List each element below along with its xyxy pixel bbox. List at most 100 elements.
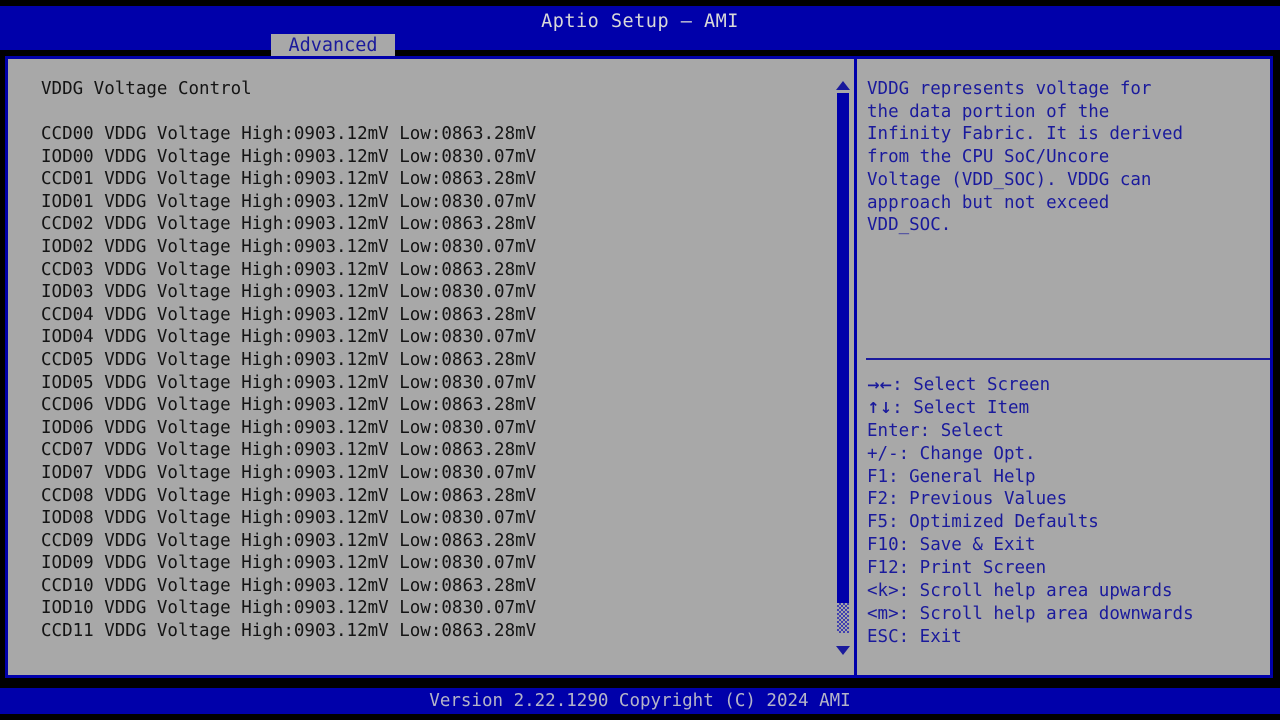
- row-label: CCD02 VDDG Voltage: [41, 214, 231, 235]
- legend-item: <k>: Scroll help area upwards: [867, 580, 1269, 603]
- legend-item: ↑↓: Select Item: [867, 397, 1269, 420]
- settings-row[interactable]: CCD03 VDDG Voltage High:0903.12mV Low:08…: [41, 259, 831, 282]
- menu-tab-bar: Advanced: [0, 34, 1280, 58]
- settings-row[interactable]: IOD01 VDDG Voltage High:0903.12mV Low:08…: [41, 191, 831, 214]
- row-low-value: Low:0863.28mV: [388, 440, 537, 461]
- legend-item: F5: Optimized Defaults: [867, 511, 1269, 534]
- settings-row[interactable]: CCD04 VDDG Voltage High:0903.12mV Low:08…: [41, 304, 831, 327]
- settings-row[interactable]: CCD00 VDDG Voltage High:0903.12mV Low:08…: [41, 123, 831, 146]
- row-high-value: High:0903.12mV: [230, 214, 389, 235]
- row-low-value: Low:0863.28mV: [388, 530, 537, 551]
- settings-row[interactable]: CCD05 VDDG Voltage High:0903.12mV Low:08…: [41, 349, 831, 372]
- legend-item: F1: General Help: [867, 466, 1269, 489]
- row-high-value: High:0903.12mV: [230, 191, 389, 212]
- row-label: CCD11 VDDG Voltage: [41, 621, 231, 642]
- settings-row[interactable]: IOD07 VDDG Voltage High:0903.12mV Low:08…: [41, 462, 831, 485]
- footer-bar: Version 2.22.1290 Copyright (C) 2024 AMI: [0, 688, 1280, 714]
- scrollbar-dither-region: [837, 603, 849, 633]
- triangle-up-icon[interactable]: [836, 81, 850, 90]
- row-low-value: Low:0863.28mV: [388, 259, 537, 280]
- row-label: IOD04 VDDG Voltage: [41, 327, 231, 348]
- settings-row[interactable]: CCD09 VDDG Voltage High:0903.12mV Low:08…: [41, 530, 831, 553]
- row-low-value: Low:0830.07mV: [388, 462, 537, 483]
- scrollbar-track[interactable]: [837, 93, 849, 641]
- settings-row[interactable]: IOD09 VDDG Voltage High:0903.12mV Low:08…: [41, 552, 831, 575]
- settings-row[interactable]: IOD05 VDDG Voltage High:0903.12mV Low:08…: [41, 372, 831, 395]
- legend-item-label: +/-: Change Opt.: [867, 443, 1036, 464]
- row-label: IOD05 VDDG Voltage: [41, 372, 231, 393]
- settings-row[interactable]: CCD02 VDDG Voltage High:0903.12mV Low:08…: [41, 213, 831, 236]
- arrow-keys-icon: ↑↓: [867, 398, 893, 417]
- row-high-value: High:0903.12mV: [230, 372, 389, 393]
- settings-row[interactable]: IOD10 VDDG Voltage High:0903.12mV Low:08…: [41, 597, 831, 620]
- legend-item: F12: Print Screen: [867, 557, 1269, 580]
- row-high-value: High:0903.12mV: [230, 621, 389, 642]
- settings-rows: CCD00 VDDG Voltage High:0903.12mV Low:08…: [41, 123, 831, 643]
- row-label: IOD07 VDDG Voltage: [41, 462, 231, 483]
- row-low-value: Low:0863.28mV: [388, 485, 537, 506]
- row-low-value: Low:0863.28mV: [388, 214, 537, 235]
- title-bar: Aptio Setup – AMI Advanced: [0, 6, 1280, 58]
- row-low-value: Low:0863.28mV: [388, 349, 537, 370]
- tab-advanced[interactable]: Advanced: [271, 34, 395, 58]
- settings-row[interactable]: CCD01 VDDG Voltage High:0903.12mV Low:08…: [41, 168, 831, 191]
- triangle-down-icon[interactable]: [836, 646, 850, 655]
- settings-row[interactable]: CCD06 VDDG Voltage High:0903.12mV Low:08…: [41, 394, 831, 417]
- row-low-value: Low:0830.07mV: [388, 598, 537, 619]
- settings-row[interactable]: CCD11 VDDG Voltage High:0903.12mV Low:08…: [41, 620, 831, 643]
- row-high-value: High:0903.12mV: [230, 530, 389, 551]
- row-low-value: Low:0863.28mV: [388, 169, 537, 190]
- settings-row[interactable]: IOD03 VDDG Voltage High:0903.12mV Low:08…: [41, 281, 831, 304]
- row-high-value: High:0903.12mV: [230, 327, 389, 348]
- page-title: Aptio Setup – AMI: [541, 11, 739, 32]
- settings-row[interactable]: CCD08 VDDG Voltage High:0903.12mV Low:08…: [41, 485, 831, 508]
- row-low-value: Low:0830.07mV: [388, 372, 537, 393]
- legend-item: +/-: Change Opt.: [867, 443, 1269, 466]
- row-high-value: High:0903.12mV: [230, 553, 389, 574]
- legend-item-label: : Select Item: [892, 397, 1030, 418]
- row-high-value: High:0903.12mV: [230, 146, 389, 167]
- list-scrollbar[interactable]: [835, 75, 851, 659]
- settings-row[interactable]: IOD08 VDDG Voltage High:0903.12mV Low:08…: [41, 507, 831, 530]
- row-high-value: High:0903.12mV: [230, 508, 389, 529]
- row-low-value: Low:0863.28mV: [388, 395, 537, 416]
- legend-item-label: ESC: Exit: [867, 626, 962, 647]
- settings-row[interactable]: CCD07 VDDG Voltage High:0903.12mV Low:08…: [41, 439, 831, 462]
- row-low-value: Low:0830.07mV: [388, 508, 537, 529]
- legend-item-label: F10: Save & Exit: [867, 535, 1036, 556]
- row-label: IOD03 VDDG Voltage: [41, 282, 231, 303]
- row-label: CCD01 VDDG Voltage: [41, 169, 231, 190]
- row-label: CCD06 VDDG Voltage: [41, 395, 231, 416]
- settings-row[interactable]: IOD04 VDDG Voltage High:0903.12mV Low:08…: [41, 326, 831, 349]
- legend-item-label: F12: Print Screen: [867, 558, 1047, 579]
- row-label: CCD09 VDDG Voltage: [41, 530, 231, 551]
- row-label: CCD05 VDDG Voltage: [41, 349, 231, 370]
- row-label: CCD08 VDDG Voltage: [41, 485, 231, 506]
- row-high-value: High:0903.12mV: [230, 440, 389, 461]
- settings-row[interactable]: CCD10 VDDG Voltage High:0903.12mV Low:08…: [41, 575, 831, 598]
- version-text: Version 2.22.1290 Copyright (C) 2024 AMI: [429, 691, 851, 711]
- scrollbar-thumb[interactable]: [837, 93, 849, 603]
- row-high-value: High:0903.12mV: [230, 304, 389, 325]
- row-label: IOD00 VDDG Voltage: [41, 146, 231, 167]
- legend-item-label: Enter: Select: [867, 420, 1004, 441]
- help-separator: [866, 358, 1270, 360]
- settings-row[interactable]: IOD00 VDDG Voltage High:0903.12mV Low:08…: [41, 146, 831, 169]
- row-label: CCD04 VDDG Voltage: [41, 304, 231, 325]
- row-high-value: High:0903.12mV: [230, 349, 389, 370]
- list-heading: VDDG Voltage Control: [41, 79, 252, 99]
- help-description: VDDG represents voltage for the data por…: [867, 79, 1184, 236]
- legend-item-label: : Select Screen: [892, 375, 1051, 395]
- settings-row[interactable]: IOD02 VDDG Voltage High:0903.12mV Low:08…: [41, 236, 831, 259]
- settings-list-panel: VDDG Voltage Control CCD00 VDDG Voltage …: [8, 59, 852, 675]
- row-low-value: Low:0863.28mV: [388, 304, 537, 325]
- legend-item: →←: Select Screen: [867, 374, 1269, 397]
- legend-item-label: F5: Optimized Defaults: [867, 512, 1099, 533]
- legend-item-label: F2: Previous Values: [867, 489, 1068, 510]
- row-high-value: High:0903.12mV: [230, 575, 389, 596]
- row-high-value: High:0903.12mV: [230, 236, 389, 257]
- legend-item: F10: Save & Exit: [867, 534, 1269, 557]
- row-label: IOD09 VDDG Voltage: [41, 553, 231, 574]
- legend-item: F2: Previous Values: [867, 488, 1269, 511]
- settings-row[interactable]: IOD06 VDDG Voltage High:0903.12mV Low:08…: [41, 417, 831, 440]
